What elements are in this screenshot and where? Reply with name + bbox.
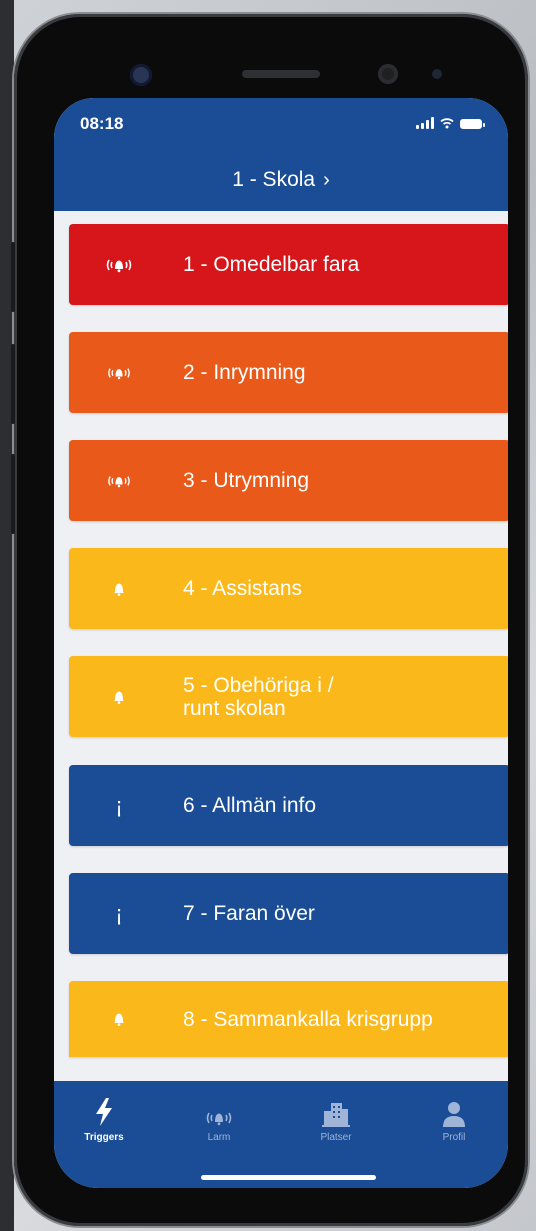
tab-label: Profil: [442, 1132, 466, 1143]
trigger-button[interactable]: ¡ 7 - Faran över: [69, 873, 508, 954]
app-header: 08:18 1 - Skola ›: [54, 98, 508, 211]
trigger-label: 4 - Assistans: [183, 577, 303, 600]
front-camera: [130, 64, 152, 86]
trigger-button[interactable]: 3 - Utrymning: [69, 440, 508, 521]
phone-side-button: [11, 344, 15, 424]
home-indicator[interactable]: [201, 1175, 376, 1180]
trigger-label: 6 - Allmän info: [183, 794, 317, 817]
trigger-button[interactable]: 4 - Assistans: [69, 548, 508, 629]
page-title: 1 - Skola: [232, 168, 316, 191]
alarm-bell-icon: [69, 440, 169, 521]
bell-icon: [69, 981, 169, 1057]
battery-icon: [460, 119, 485, 129]
tab-platser[interactable]: Platser: [286, 1081, 386, 1161]
trigger-label: 7 - Faran över: [183, 902, 315, 925]
trigger-label: 3 - Utrymning: [183, 469, 310, 492]
info-icon: ¡: [115, 900, 123, 926]
status-time: 08:18: [80, 114, 124, 133]
tab-bar: Triggers Larm Platser Profil: [54, 1081, 508, 1188]
light-sensor: [432, 69, 442, 79]
trigger-label: 1 - Omedelbar fara: [183, 253, 360, 276]
info-icon: ¡: [115, 792, 123, 818]
tab-label: Triggers: [84, 1132, 124, 1143]
phone-side-button: [11, 242, 15, 312]
lightning-icon: [93, 1091, 115, 1127]
proximity-sensor: [378, 64, 398, 84]
tab-label: Platser: [320, 1132, 352, 1143]
chevron-right-icon: ›: [323, 169, 330, 191]
location-selector[interactable]: 1 - Skola ›: [54, 168, 508, 192]
bell-icon: [69, 656, 169, 737]
trigger-button[interactable]: ¡ 6 - Allmän info: [69, 765, 508, 846]
wifi-icon: [440, 118, 454, 129]
trigger-button[interactable]: 2 - Inrymning: [69, 332, 508, 413]
background-edge: [0, 0, 14, 1231]
signal-icon: [416, 117, 434, 129]
phone-frame: 08:18 1 - Skola › 1 - Omedelbar fara 2 -…: [11, 14, 528, 1226]
phone-side-button: [11, 454, 15, 534]
person-icon: [442, 1091, 466, 1127]
alarm-bell-icon: [69, 224, 169, 305]
buildings-icon: [322, 1091, 350, 1127]
trigger-button[interactable]: 5 - Obehöriga i / runt skolan: [69, 656, 508, 737]
trigger-label: 8 - Sammankalla krisgrupp: [183, 1007, 433, 1031]
trigger-label: 5 - Obehöriga i / runt skolan: [183, 673, 334, 720]
bell-icon: [69, 548, 169, 629]
status-icons: [416, 117, 485, 129]
trigger-button[interactable]: 8 - Sammankalla krisgrupp: [69, 981, 508, 1057]
tab-profil[interactable]: Profil: [404, 1081, 504, 1161]
app-screen: 08:18 1 - Skola › 1 - Omedelbar fara 2 -…: [54, 98, 508, 1188]
tab-label: Larm: [207, 1132, 231, 1143]
earpiece-speaker: [242, 70, 320, 78]
tab-larm[interactable]: Larm: [169, 1081, 269, 1161]
trigger-button[interactable]: 1 - Omedelbar fara: [69, 224, 508, 305]
alarm-bell-icon: [202, 1091, 236, 1127]
alarm-bell-icon: [69, 332, 169, 413]
tab-triggers[interactable]: Triggers: [54, 1081, 154, 1161]
trigger-label: 2 - Inrymning: [183, 361, 306, 384]
